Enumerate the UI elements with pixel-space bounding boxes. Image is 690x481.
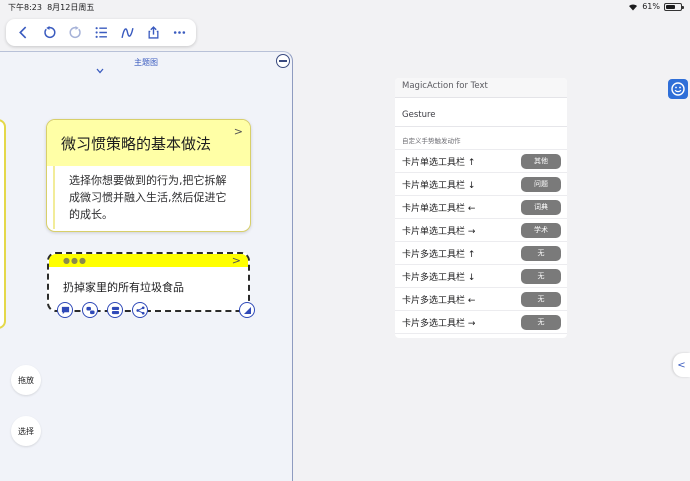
undo-button[interactable]: [39, 23, 59, 43]
gesture-action-button[interactable]: 无: [521, 314, 561, 330]
gesture-row[interactable]: 卡片单选工具栏 ← 词典: [395, 195, 567, 218]
redo-button[interactable]: [65, 23, 85, 43]
drag-dots-icon[interactable]: ●●●: [63, 256, 87, 265]
offscreen-card[interactable]: [0, 119, 6, 329]
section-subtitle: 自定义手势触发动作: [395, 126, 567, 149]
select-button[interactable]: 选择: [11, 416, 41, 446]
section-title: Gesture: [402, 110, 436, 120]
gesture-row[interactable]: 卡片多选工具栏 ↓ 无: [395, 264, 567, 287]
gesture-label: 卡片单选工具栏 ←: [402, 203, 476, 214]
gesture-label: 卡片单选工具栏 →: [402, 226, 476, 237]
battery-icon: [664, 2, 684, 11]
chevron-right-icon[interactable]: >: [234, 125, 243, 138]
card-header: ●●●: [49, 254, 248, 267]
gesture-action-button[interactable]: 无: [521, 291, 561, 307]
share-button[interactable]: [143, 23, 163, 43]
battery-percent: 61%: [642, 2, 660, 11]
card-body: 选择你想要做到的行为,把它拆解成微习惯并融入生活,然后促进它的成长。: [53, 166, 250, 229]
chevron-right-icon[interactable]: >: [232, 254, 241, 267]
drag-button[interactable]: 拖放: [11, 365, 41, 395]
card-title: 微习惯策略的基本做法: [47, 120, 250, 166]
side-panel-tab[interactable]: <: [673, 353, 690, 377]
comment-icon: [61, 306, 69, 314]
status-right: 61%: [628, 2, 684, 11]
card-body: 扔掉家里的所有垃圾食品: [63, 281, 184, 294]
magicaction-panel: MagicAction for Text Gesture 自定义手势触发动作 卡…: [395, 78, 567, 338]
more-icon: [173, 31, 185, 34]
gesture-action-button[interactable]: 词典: [521, 199, 561, 215]
outline-button[interactable]: [91, 23, 111, 43]
map-title[interactable]: 主题图: [0, 57, 292, 68]
resize-handle[interactable]: [239, 302, 255, 318]
panel-title: MagicAction for Text: [395, 78, 567, 98]
share-icon: [148, 26, 158, 39]
gesture-action-button[interactable]: 问题: [521, 176, 561, 192]
undo-icon: [43, 26, 55, 39]
link-icon: [85, 306, 95, 314]
status-time: 下午8:23 8月12日周五: [8, 3, 95, 12]
gesture-action-button[interactable]: 学术: [521, 222, 561, 238]
wifi-icon: [629, 3, 638, 11]
gesture-row[interactable]: 卡片单选工具栏 → 学术: [395, 218, 567, 241]
gesture-label: 卡片多选工具栏 ←: [402, 295, 476, 306]
gesture-action-button[interactable]: 其他: [521, 153, 561, 169]
gesture-label: 卡片多选工具栏 →: [402, 318, 476, 329]
gesture-row[interactable]: 卡片单选工具栏 ↓ 问题: [395, 172, 567, 195]
gesture-label: 卡片单选工具栏 ↑: [402, 157, 476, 168]
status-date: 8月12日周五: [47, 3, 95, 12]
outline-list-icon: [95, 27, 107, 38]
path-icon: [120, 28, 134, 39]
gesture-action-button[interactable]: 无: [521, 268, 561, 284]
back-button[interactable]: [13, 23, 33, 43]
gesture-list: 卡片单选工具栏 ↑ 其他 卡片单选工具栏 ↓ 问题 卡片单选工具栏 ← 词典 卡片单选工具栏…: [395, 149, 567, 338]
card-action-row: [57, 302, 148, 318]
gesture-label: 卡片单选工具栏 ↓: [402, 180, 476, 191]
back-icon: [18, 26, 26, 39]
status-bar: 下午8:23 8月12日周五 61%: [0, 0, 690, 14]
topic-card[interactable]: 微习惯策略的基本做法 > 选择你想要做到的行为,把它拆解成微习惯并融入生活,然后…: [46, 119, 251, 232]
smiley-icon: [671, 82, 685, 96]
stack-icon: [111, 306, 119, 314]
main-toolbar: [6, 19, 196, 46]
gesture-action-button[interactable]: 无: [521, 337, 561, 338]
gesture-row[interactable]: 卡片多选工具栏 → 无: [395, 310, 567, 333]
gesture-row[interactable]: 文本选择工具栏 ↑无: [395, 333, 567, 338]
chevron-left-icon: <: [677, 359, 686, 371]
branch-button[interactable]: [132, 302, 148, 318]
branch-icon: [135, 305, 145, 315]
gesture-label: 卡片多选工具栏 ↑: [402, 249, 476, 260]
magicaction-float-button[interactable]: [668, 79, 688, 99]
more-button[interactable]: [169, 23, 189, 43]
collapse-button[interactable]: [276, 54, 290, 68]
gesture-row[interactable]: 卡片单选工具栏 ↑ 其他: [395, 149, 567, 172]
gesture-label: 卡片多选工具栏 ↓: [402, 272, 476, 283]
path-button[interactable]: [117, 23, 137, 43]
link-button[interactable]: [82, 302, 98, 318]
comment-button[interactable]: [57, 302, 73, 318]
gesture-action-button[interactable]: 无: [521, 245, 561, 261]
chevron-down-icon[interactable]: [96, 68, 104, 74]
mindmap-canvas[interactable]: 主题图 微习惯策略的基本做法 > 选择你想要做到的行为,把它拆解成微习惯并融入生…: [0, 51, 293, 481]
redo-icon: [69, 26, 81, 39]
stack-button[interactable]: [107, 302, 123, 318]
gesture-row[interactable]: 卡片多选工具栏 ↑ 无: [395, 241, 567, 264]
gesture-row[interactable]: 卡片多选工具栏 ← 无: [395, 287, 567, 310]
